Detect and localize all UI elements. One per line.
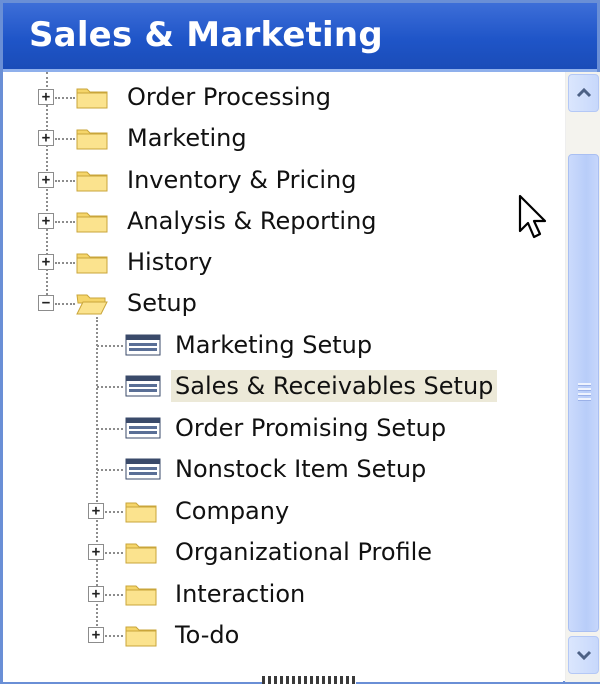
expand-icon[interactable]: +: [38, 213, 54, 229]
form-icon: [125, 417, 161, 439]
folder-icon: [76, 129, 108, 150]
folder-icon: [76, 212, 108, 233]
expand-icon[interactable]: +: [88, 544, 104, 560]
grip-line: [578, 388, 591, 391]
expand-icon[interactable]: +: [88, 586, 104, 602]
folder-icon: [125, 543, 157, 564]
folder-icon: [125, 626, 157, 647]
tree-line: [55, 262, 75, 264]
tree-item-marketing-setup[interactable]: Marketing Setup: [171, 329, 376, 361]
tree-item-sales-receivables-setup[interactable]: Sales & Receivables Setup: [171, 370, 498, 402]
title-bar: Sales & Marketing: [3, 3, 597, 72]
sales-marketing-window: Sales & Marketing + Order Processing + M…: [0, 0, 600, 684]
folder-icon: [125, 585, 157, 606]
tree-line: [55, 303, 75, 305]
tree-item-inventory-pricing[interactable]: Inventory & Pricing: [123, 164, 361, 196]
folder-open-icon: [76, 294, 108, 315]
navigation-tree: + Order Processing + Marketing + Invento…: [3, 72, 563, 682]
scroll-thumb[interactable]: [568, 154, 599, 632]
expand-icon[interactable]: +: [38, 254, 54, 270]
tree-line: [55, 138, 75, 140]
tree-item-order-processing[interactable]: Order Processing: [123, 81, 335, 113]
tree-line: [105, 594, 123, 596]
collapse-icon[interactable]: −: [38, 295, 54, 311]
grip-line: [578, 393, 591, 396]
tree-item-organizational-profile[interactable]: Organizational Profile: [171, 536, 436, 568]
form-icon: [125, 375, 161, 397]
grip-line: [578, 383, 591, 386]
form-icon: [125, 334, 161, 356]
tree-item-history[interactable]: History: [123, 246, 216, 278]
window-title: Sales & Marketing: [29, 15, 383, 55]
folder-icon: [76, 171, 108, 192]
tree-line: [97, 386, 123, 388]
tree-item-order-promising-setup[interactable]: Order Promising Setup: [171, 412, 450, 444]
vertical-scrollbar[interactable]: [565, 72, 600, 682]
tree-line: [55, 97, 75, 99]
tree-item-nonstock-item-setup[interactable]: Nonstock Item Setup: [171, 453, 430, 485]
tree-line: [97, 428, 123, 430]
tree-line: [55, 221, 75, 223]
form-icon: [125, 458, 161, 480]
tree-item-marketing[interactable]: Marketing: [123, 122, 251, 154]
tree-line: [97, 469, 123, 471]
expand-icon[interactable]: +: [38, 130, 54, 146]
tree-line: [55, 180, 75, 182]
folder-icon: [125, 502, 157, 523]
scroll-down-button[interactable]: [568, 636, 599, 674]
tree-line: [97, 345, 123, 347]
resize-grip[interactable]: [262, 676, 356, 684]
mouse-pointer-icon: [518, 194, 547, 239]
chevron-down-icon: [576, 650, 591, 661]
tree-line: [105, 635, 123, 637]
grip-line: [578, 398, 591, 401]
tree-line: [105, 552, 123, 554]
tree-item-to-do[interactable]: To-do: [171, 619, 243, 651]
chevron-up-icon: [576, 87, 591, 98]
expand-icon[interactable]: +: [38, 89, 54, 105]
folder-icon: [76, 253, 108, 274]
folder-icon: [76, 88, 108, 109]
expand-icon[interactable]: +: [38, 172, 54, 188]
scroll-up-button[interactable]: [568, 74, 599, 112]
tree-item-analysis-reporting[interactable]: Analysis & Reporting: [123, 205, 381, 237]
expand-icon[interactable]: +: [88, 627, 104, 643]
tree-item-company[interactable]: Company: [171, 495, 293, 527]
tree-item-interaction[interactable]: Interaction: [171, 578, 309, 610]
tree-item-setup[interactable]: Setup: [123, 287, 201, 319]
expand-icon[interactable]: +: [88, 503, 104, 519]
tree-line: [105, 511, 123, 513]
